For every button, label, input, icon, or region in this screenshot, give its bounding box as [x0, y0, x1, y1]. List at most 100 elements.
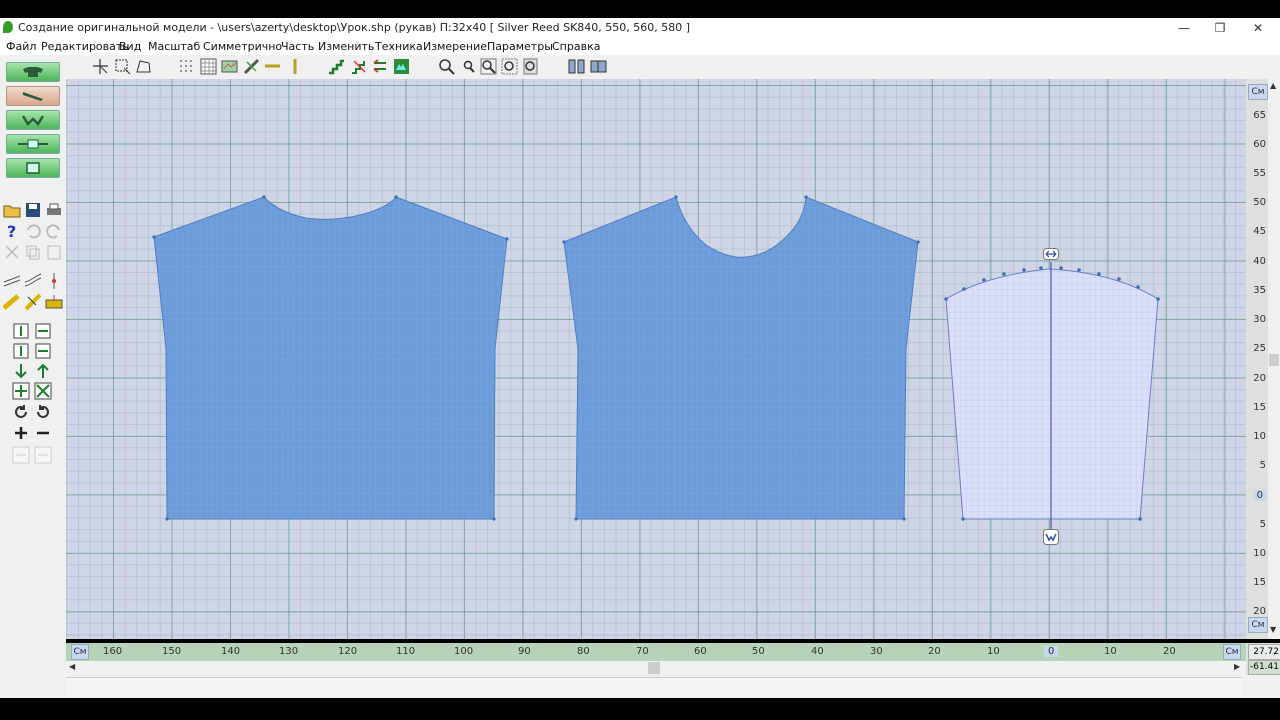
hruler-tick: 10 — [987, 646, 1000, 657]
vertical-scrollbar[interactable]: ▲ ▼ — [1268, 79, 1280, 639]
menu-file[interactable]: Файл — [6, 40, 36, 53]
zoom-out-icon[interactable] — [460, 58, 477, 75]
menu-edit[interactable]: Редактировать — [41, 40, 129, 53]
compare-icon[interactable] — [568, 58, 585, 75]
menu-part[interactable]: Часть — [281, 40, 314, 53]
pattern-canvas[interactable] — [66, 79, 1246, 639]
cut-icon[interactable] — [3, 243, 21, 261]
menu-change[interactable]: Изменить — [318, 40, 374, 53]
rotate-ccw-icon[interactable] — [34, 403, 52, 421]
zoom-page-icon[interactable] — [522, 58, 539, 75]
belt-icon — [18, 139, 48, 149]
horizontal-scroll-thumb[interactable] — [648, 662, 660, 674]
save-icon[interactable] — [24, 201, 42, 219]
menu-technique[interactable]: Техника — [375, 40, 423, 53]
help-icon[interactable]: ? — [3, 222, 21, 240]
hruler-tick: 20 — [1163, 646, 1176, 657]
mirror-icon[interactable] — [590, 58, 607, 75]
minimize-button[interactable]: — — [1172, 19, 1196, 37]
undo-icon[interactable] — [24, 222, 42, 240]
menu-view[interactable]: Вид — [119, 40, 141, 53]
plus-icon[interactable] — [12, 424, 30, 442]
rotate-cw-icon[interactable] — [12, 403, 30, 421]
pocket-button[interactable] — [6, 158, 60, 178]
hruler-tick: 110 — [396, 646, 416, 657]
move-down-icon[interactable] — [12, 362, 30, 380]
dots-grid-icon[interactable] — [178, 58, 195, 75]
steps-icon[interactable] — [328, 58, 345, 75]
collapse-icon[interactable] — [34, 382, 52, 400]
collar-icon — [22, 115, 44, 126]
hruler-tick: 130 — [279, 646, 299, 657]
expand-icon[interactable] — [12, 382, 30, 400]
select-arrow-icon[interactable] — [92, 58, 109, 75]
measure-angle-icon[interactable] — [24, 293, 42, 311]
pattern-icon[interactable] — [221, 58, 238, 75]
scroll-down-arrow-icon[interactable]: ▼ — [1270, 625, 1276, 634]
heart-icon[interactable] — [393, 58, 410, 75]
print-icon[interactable] — [45, 201, 63, 219]
menu-measure[interactable]: Измерение — [423, 40, 487, 53]
front-piece[interactable] — [563, 196, 919, 520]
menu-scale[interactable]: Масштаб — [148, 40, 200, 53]
sleeve-button[interactable] — [6, 86, 60, 106]
open-folder-icon[interactable] — [3, 201, 21, 219]
split-right-icon[interactable] — [34, 446, 52, 464]
paste-icon[interactable] — [45, 243, 63, 261]
minus-icon[interactable] — [34, 424, 52, 442]
vruler-tick: 20 — [1253, 373, 1266, 384]
split-left-icon[interactable] — [12, 446, 30, 464]
belt-button[interactable] — [6, 134, 60, 154]
restore-button[interactable]: ❐ — [1208, 19, 1232, 37]
vruler-tick: 15 — [1253, 402, 1266, 413]
measure-scale-icon[interactable] — [45, 293, 63, 311]
move-up-icon[interactable] — [34, 362, 52, 380]
menu-parameters[interactable]: Параметры — [487, 40, 553, 53]
status-bar — [0, 675, 1280, 698]
shrink-side-icon[interactable] — [34, 342, 52, 360]
hruler-tick: 140 — [221, 646, 241, 657]
select-box-icon[interactable] — [114, 58, 131, 75]
hruler-tick: 160 — [103, 646, 123, 657]
stretch-up-icon[interactable] — [12, 322, 30, 340]
ruler-icon[interactable] — [243, 58, 260, 75]
svg-text:?: ? — [7, 222, 16, 240]
cuff-handle-icon[interactable] — [1043, 529, 1059, 545]
lasso-icon[interactable] — [135, 58, 152, 75]
menu-symmetric[interactable]: Симметрично — [203, 40, 282, 53]
curve-steps-icon[interactable] — [351, 58, 368, 75]
measure-tape-icon[interactable] — [3, 293, 21, 311]
arrows-icon[interactable] — [372, 58, 389, 75]
zoom-fit-icon[interactable] — [480, 58, 497, 75]
menu-help[interactable]: Справка — [552, 40, 600, 53]
vertical-ruler-unit-bottom: См — [1248, 617, 1268, 633]
zoom-area-icon[interactable] — [501, 58, 518, 75]
collar-button[interactable] — [6, 110, 60, 130]
shrink-up-icon[interactable] — [12, 342, 30, 360]
line-icon[interactable] — [264, 58, 281, 75]
redo-icon[interactable] — [45, 222, 63, 240]
cursor-coordinates: 27.72 -61.41 — [1246, 643, 1280, 675]
vruler-tick: 15 — [1253, 577, 1266, 588]
window-title: Создание оригинальной модели - \users\az… — [18, 21, 691, 34]
copy-icon[interactable] — [24, 243, 42, 261]
smooth-curves-icon[interactable] — [24, 272, 42, 290]
scroll-left-arrow-icon[interactable]: ◀ — [69, 662, 75, 671]
scroll-up-arrow-icon[interactable]: ▲ — [1270, 81, 1276, 90]
curves-icon[interactable] — [3, 272, 21, 290]
point-icon[interactable] — [45, 272, 63, 290]
close-button[interactable]: ✕ — [1246, 19, 1270, 37]
vertical-line-icon[interactable] — [287, 58, 304, 75]
sweater-button[interactable] — [6, 62, 60, 82]
hruler-tick: 50 — [752, 646, 765, 657]
stretch-side-icon[interactable] — [34, 322, 52, 340]
width-handle-icon[interactable] — [1043, 248, 1059, 260]
status-area — [66, 677, 1242, 696]
back-piece[interactable] — [153, 196, 508, 520]
zoom-in-icon[interactable] — [438, 58, 455, 75]
horizontal-scrollbar[interactable]: ◀ ▶ — [66, 661, 1246, 675]
grid-icon[interactable] — [200, 58, 217, 75]
sleeve-piece[interactable] — [944, 262, 1160, 537]
vertical-scroll-thumb[interactable] — [1269, 354, 1279, 366]
scroll-right-arrow-icon[interactable]: ▶ — [1234, 662, 1240, 671]
